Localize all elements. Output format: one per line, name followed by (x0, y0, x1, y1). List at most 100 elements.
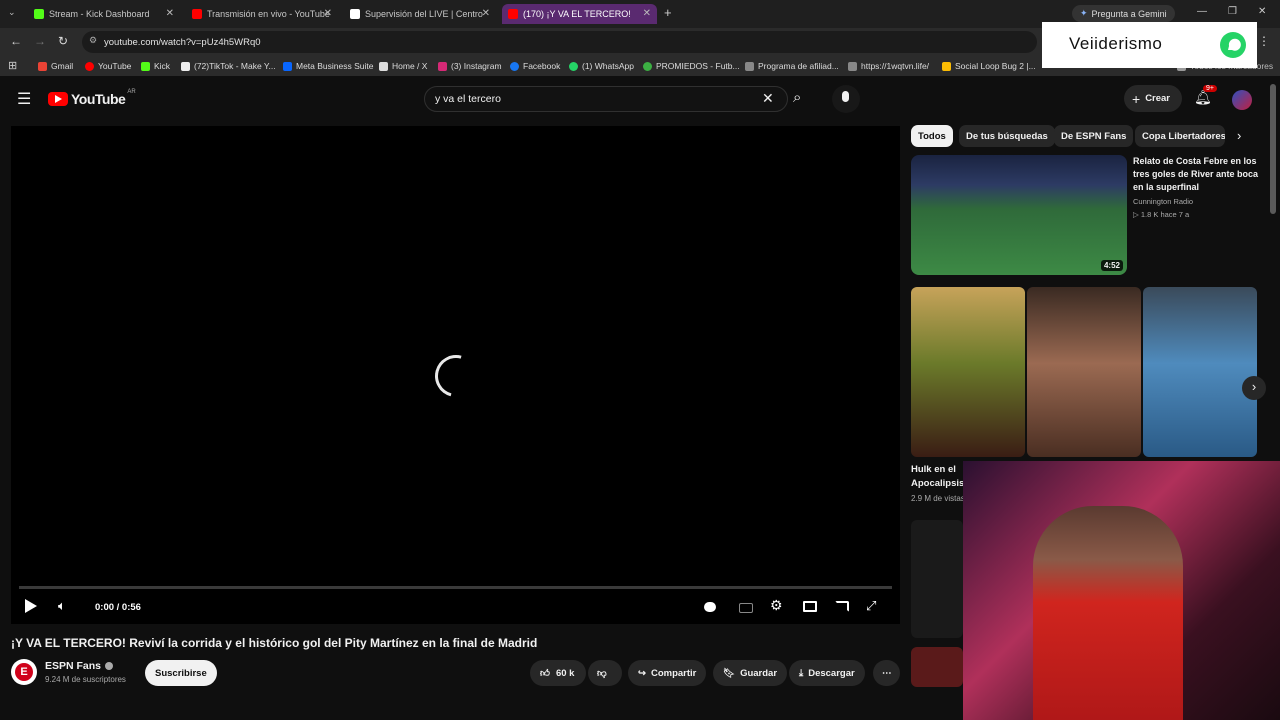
time-display: 0:00 / 0:56 (95, 602, 141, 613)
bookmark-label: Home / X (392, 61, 428, 71)
search-icon[interactable]: ⌕ (793, 89, 801, 106)
more-horizontal-icon: ⋯ (882, 667, 892, 679)
create-button[interactable]: + Crear (1124, 85, 1183, 112)
channel-avatar[interactable]: E (11, 659, 37, 685)
new-tab-icon[interactable]: + (664, 5, 672, 20)
thumbs-up-icon: 👍︎ (540, 668, 550, 679)
logo-text: YouTube (71, 91, 126, 107)
overlay-name: Veiiderismo (1069, 34, 1163, 53)
forward-icon[interactable]: → (34, 34, 46, 48)
reload-icon[interactable]: ↻ (58, 34, 68, 48)
notifications-button[interactable]: 🔔︎ 9+ (1194, 85, 1217, 107)
short-thumbnail[interactable] (911, 287, 1025, 457)
video-player[interactable]: 🔈︎ 0:00 / 0:56 ⚙ ⤢ (11, 126, 900, 624)
short-title[interactable]: Hulk en el Apocalipsis (911, 463, 963, 493)
short-thumbnail[interactable] (1143, 287, 1257, 457)
bookmark-facebook[interactable]: Facebook (510, 61, 560, 71)
cast-icon[interactable] (835, 601, 849, 612)
bookmark-kick[interactable]: Kick (141, 61, 170, 71)
close-icon[interactable]: ✕ (643, 8, 651, 19)
bookmark-promiedos[interactable]: PROMIEDOS - Futb... (643, 61, 740, 71)
chip-copa-libertadores[interactable]: Copa Libertadores (1135, 125, 1225, 147)
bookmark-afiliados[interactable]: Programa de afiliad... (745, 61, 839, 71)
bookmark-instagram[interactable]: (3) Instagram (438, 61, 502, 71)
recommendation-channel[interactable]: Cunnington Radio (1133, 197, 1193, 206)
recommendation-title[interactable]: Relato de Costa Febre en los tres goles … (1133, 155, 1263, 194)
whatsapp-icon (1220, 32, 1246, 58)
apps-grid-icon[interactable]: ⊞ (8, 59, 17, 72)
gmail-icon (38, 61, 47, 71)
bookmark-gmail[interactable]: Gmail (38, 61, 73, 71)
short-thumbnail[interactable] (1027, 287, 1141, 457)
meta-icon (283, 61, 292, 71)
bookmark-label: Programa de afiliad... (758, 61, 839, 71)
chip-from-searches[interactable]: De tus búsquedas (959, 125, 1055, 147)
tab-search-icon[interactable]: ⌄ (8, 7, 16, 18)
fullscreen-icon[interactable]: ⤢ (866, 598, 876, 614)
next-arrow-button[interactable]: › (1242, 376, 1266, 400)
short-thumbnail[interactable] (911, 520, 963, 638)
short-thumbnail[interactable] (911, 647, 963, 687)
dislike-button[interactable]: 👎︎ (588, 660, 622, 686)
voice-search-button[interactable] (832, 85, 860, 113)
youtube-logo[interactable]: YouTube AR (48, 89, 136, 107)
channel-name[interactable]: ESPN Fans (45, 660, 114, 672)
volume-icon[interactable]: 🔈︎ (58, 598, 66, 614)
bookmark-label: Kick (154, 61, 171, 71)
share-button[interactable]: ↪ Compartir (628, 660, 707, 686)
more-actions-button[interactable]: ⋯ (873, 660, 900, 686)
close-icon[interactable]: ✕ (324, 8, 332, 19)
recommendation-thumbnail[interactable]: 4:52 (911, 155, 1127, 275)
bookmark-youtube[interactable]: YouTube (85, 61, 131, 71)
x-icon (379, 61, 388, 71)
download-button[interactable]: ⤓ Descargar (789, 660, 865, 686)
bookmark-x[interactable]: Home / X (379, 61, 427, 71)
save-label: Guardar (740, 667, 778, 679)
minimize-icon[interactable]: — (1197, 6, 1207, 17)
streamer-name-overlay: Veiiderismo (1042, 22, 1257, 68)
clear-search-icon[interactable]: ✕ (762, 90, 774, 107)
back-icon[interactable]: ← (10, 34, 22, 48)
chevron-right-icon[interactable]: › (1237, 128, 1241, 143)
settings-gear-icon[interactable]: ⚙ (770, 597, 783, 614)
kick-icon (34, 9, 44, 19)
bookmark-1wqtvn[interactable]: https://1wqtvn.life/ (848, 61, 929, 71)
bookmark-label: (3) Instagram (451, 61, 502, 71)
autoplay-toggle[interactable] (704, 602, 716, 612)
tab-youtube-video[interactable]: (170) ¡Y VA EL TERCERO! Reviví ✕ (502, 4, 657, 24)
youtube-icon (192, 9, 202, 19)
tab-kick-dashboard[interactable]: Stream - Kick Dashboard ✕ (28, 4, 180, 24)
scrollbar[interactable] (1270, 84, 1276, 214)
chip-all[interactable]: Todos (911, 125, 953, 147)
bookmark-label: PROMIEDOS - Futb... (656, 61, 740, 71)
close-icon[interactable]: ✕ (482, 8, 490, 19)
avatar[interactable] (1232, 90, 1252, 110)
gemini-button[interactable]: ✦ Pregunta a Gemini (1072, 5, 1175, 22)
like-button[interactable]: 👍︎ 60 k (530, 660, 586, 686)
like-count: 60 k (555, 667, 575, 679)
youtube-play-logo-icon (48, 92, 68, 106)
subtitles-icon[interactable] (739, 603, 753, 613)
window-close-icon[interactable]: ✕ (1258, 6, 1266, 17)
miniplayer-icon[interactable] (803, 601, 817, 612)
progress-bar[interactable] (19, 586, 892, 589)
bookmark-label: Meta Business Suite (296, 61, 374, 71)
menu-kebab-icon[interactable]: ⋮ (1258, 34, 1270, 48)
address-bar[interactable]: ⚙ youtube.com/watch?v=pUz4h5WRq0 (82, 31, 1037, 53)
chip-from-espn-fans[interactable]: De ESPN Fans (1054, 125, 1134, 147)
tab-tiktok-live[interactable]: Supervisión del LIVE | Centro LI ✕ (344, 4, 496, 24)
subscribe-button[interactable]: Suscribirse (145, 660, 217, 686)
restore-icon[interactable]: ❐ (1228, 6, 1237, 17)
bookmark-whatsapp[interactable]: (1) WhatsApp (569, 61, 634, 71)
bookmark-meta[interactable]: Meta Business Suite (283, 61, 373, 71)
tab-youtube-live[interactable]: Transmisión en vivo - YouTube ✕ (186, 4, 338, 24)
bookmark-tiktok[interactable]: (72)TikTok - Make Y... (181, 61, 276, 71)
hamburger-menu-icon[interactable]: ☰ (17, 89, 31, 109)
save-button[interactable]: 🔖︎ Guardar (713, 660, 788, 686)
notification-badge: 9+ (1203, 85, 1217, 92)
search-input[interactable]: y va el tercero (424, 86, 788, 112)
play-icon[interactable] (25, 599, 37, 613)
site-info-icon[interactable]: ⚙ (89, 35, 97, 46)
bookmark-social-loop[interactable]: Social Loop Bug 2 |... (942, 61, 1036, 71)
close-icon[interactable]: ✕ (166, 8, 174, 19)
